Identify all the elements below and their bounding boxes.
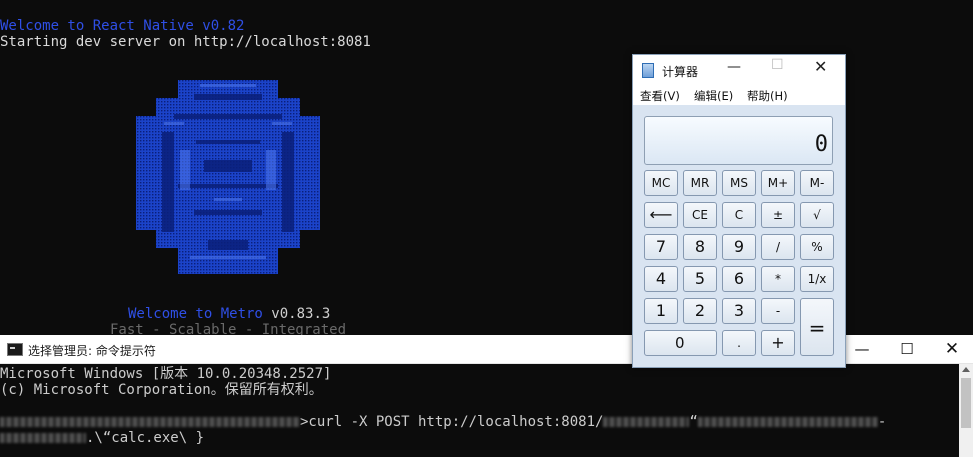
key-backspace[interactable]: ⟵ <box>644 202 678 228</box>
key-reciprocal[interactable]: 1/x <box>800 266 834 292</box>
calculator-icon <box>642 63 654 78</box>
cmd-line-end: - <box>877 414 887 430</box>
calc-title-text: 计算器 <box>662 65 699 79</box>
key-equals[interactable]: = <box>800 298 834 356</box>
calc-display-value: 0 <box>814 132 828 157</box>
calc-close-button[interactable]: ✕ <box>814 57 827 76</box>
metro-welcome: Welcome to Metro v0.83.3 <box>128 306 330 322</box>
metro-version: v0.83.3 <box>271 306 331 322</box>
metro-ascii-logo <box>136 80 320 274</box>
cmd-line-continuation: .\“calc.exe\ } <box>0 430 204 446</box>
key-percent[interactable]: % <box>800 234 834 260</box>
react-native-welcome: Welcome to React Native v0.82 <box>0 18 245 34</box>
scrollbar-thumb[interactable] <box>961 378 971 428</box>
cmd-line-version: Microsoft Windows [版本 10.0.20348.2527] <box>0 366 332 382</box>
cmd-window-icon <box>7 343 23 356</box>
key-memory-clear[interactable]: MC <box>644 170 678 196</box>
redacted-text <box>603 417 690 427</box>
key-3[interactable]: 3 <box>722 298 756 324</box>
redacted-text <box>697 417 878 427</box>
key-add[interactable]: + <box>761 330 795 356</box>
key-clear[interactable]: C <box>722 202 756 228</box>
key-clear-entry[interactable]: CE <box>683 202 717 228</box>
menu-help[interactable]: 帮助(H) <box>747 88 788 104</box>
menu-view[interactable]: 查看(V) <box>640 88 680 104</box>
cmd-continuation-text: .\“calc.exe\ } <box>86 430 205 446</box>
key-8[interactable]: 8 <box>683 234 717 260</box>
cmd-scrollbar[interactable] <box>959 364 973 457</box>
key-1[interactable]: 1 <box>644 298 678 324</box>
cmd-maximize-button[interactable]: ☐ <box>884 335 930 364</box>
key-sqrt[interactable]: √ <box>800 202 834 228</box>
cmd-line-copyright: (c) Microsoft Corporation。保留所有权利。 <box>0 382 323 398</box>
redacted-text <box>0 433 86 443</box>
key-decimal[interactable]: . <box>722 330 756 356</box>
calc-maximize-button: ☐ <box>771 57 784 73</box>
scroll-up-arrow-icon[interactable] <box>962 367 970 372</box>
key-subtract[interactable]: - <box>761 298 795 324</box>
key-2[interactable]: 2 <box>683 298 717 324</box>
key-9[interactable]: 9 <box>722 234 756 260</box>
key-5[interactable]: 5 <box>683 266 717 292</box>
cmd-line-command: >curl -X POST http://localhost:8081/ “ - <box>0 414 886 430</box>
cmd-quote: “ <box>689 414 698 430</box>
dev-server-status: Starting dev server on http://localhost:… <box>0 34 371 50</box>
calc-display: 0 <box>644 116 833 165</box>
key-divide[interactable]: / <box>761 234 795 260</box>
calc-minimize-button[interactable]: — <box>727 59 741 75</box>
key-memory-recall[interactable]: MR <box>683 170 717 196</box>
cmd-console[interactable]: Microsoft Windows [版本 10.0.20348.2527] (… <box>0 364 959 457</box>
calculator-window[interactable]: 计算器 — ☐ ✕ 查看(V) 编辑(E) 帮助(H) 0 MC MR MS M… <box>632 54 846 368</box>
key-memory-add[interactable]: M+ <box>761 170 795 196</box>
cmd-title-text: 选择管理员: 命令提示符 <box>28 344 156 358</box>
metro-welcome-label: Welcome to Metro <box>128 306 272 322</box>
calc-menu-bar: 查看(V) 编辑(E) 帮助(H) <box>633 85 845 105</box>
key-memory-subtract[interactable]: M- <box>800 170 834 196</box>
key-negate[interactable]: ± <box>761 202 795 228</box>
key-7[interactable]: 7 <box>644 234 678 260</box>
key-6[interactable]: 6 <box>722 266 756 292</box>
key-4[interactable]: 4 <box>644 266 678 292</box>
key-0[interactable]: 0 <box>644 330 717 356</box>
key-multiply[interactable]: * <box>761 266 795 292</box>
cmd-command-text: >curl -X POST http://localhost:8081/ <box>300 414 604 430</box>
calc-title-bar[interactable]: 计算器 — ☐ ✕ <box>633 55 845 85</box>
redacted-path <box>0 417 300 427</box>
menu-edit[interactable]: 编辑(E) <box>694 88 733 104</box>
cmd-close-button[interactable]: ✕ <box>929 335 973 364</box>
key-memory-store[interactable]: MS <box>722 170 756 196</box>
